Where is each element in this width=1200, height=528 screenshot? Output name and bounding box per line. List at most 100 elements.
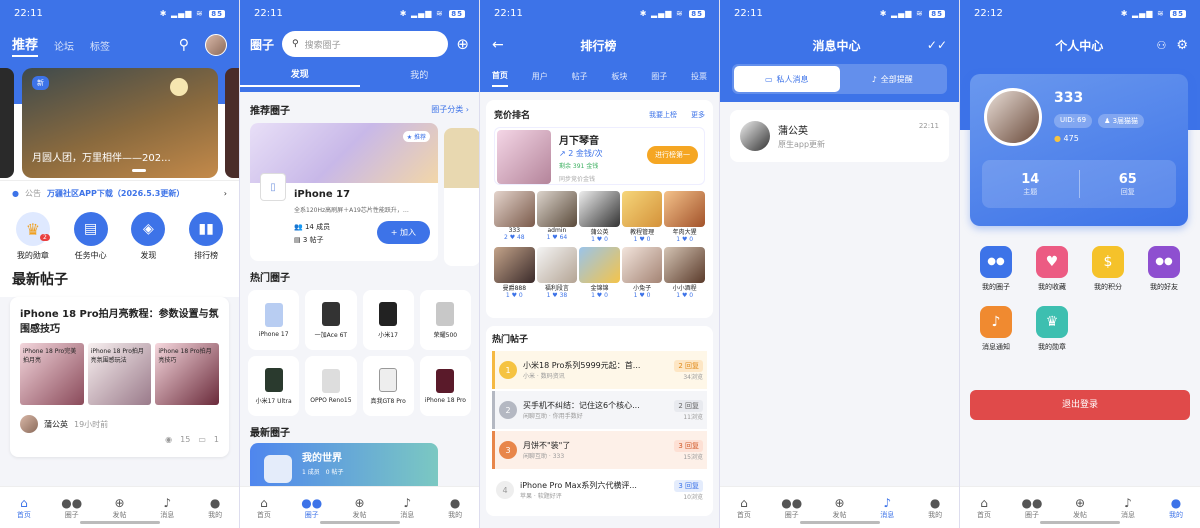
post-card[interactable]: iPhone 18 Pro拍月亮教程：参数设置与氛围感技巧 iPhone 18 … [10,297,229,457]
nav-home[interactable]: ⌂ 首页 [240,487,288,528]
tab-circles[interactable]: 圈子 [651,71,667,86]
plus-circle-icon: ⊕ [834,495,845,510]
tab-reminders[interactable]: ♪ 全部提醒 [840,66,946,92]
bell-icon: ♪ [1124,495,1132,510]
rank-user[interactable]: 小兔子 1 ♥ 0 [621,247,663,299]
nav-me[interactable]: ● 我的 [191,487,239,528]
nav-me[interactable]: ● 我的 [911,487,959,528]
menu-my-circles[interactable]: ●● 我的圈子 [968,246,1024,292]
post-thumb[interactable]: iPhone 18 Pro拍月亮氛围感玩法 [87,343,152,405]
hot-item[interactable]: OPPO Reno15 [305,356,357,416]
tab-home[interactable]: 首页 [491,70,508,87]
status-time: 22:11 [734,7,763,19]
status-icons: ✱ ▂▄▆ ≋ 85 [399,8,465,18]
tab-recommend[interactable]: 推荐 [12,34,39,57]
latest-title: 最新圈子 [250,428,290,439]
menu-favorites[interactable]: ♥ 我的收藏 [1024,246,1080,292]
bid-first-button[interactable]: 进行榜第一 [647,146,698,164]
tab-users[interactable]: 用户 [532,71,548,86]
tab-posts[interactable]: 帖子 [572,71,588,86]
user-settings-icon[interactable]: ⚇ [1156,39,1166,52]
hot-item[interactable]: 荣耀500 [419,290,471,350]
tab-private[interactable]: ▭ 私人消息 [734,66,840,92]
rank-user[interactable]: 曼爵888 1 ♥ 0 [494,247,535,299]
search-icon[interactable]: ⚲ [179,37,189,53]
rank-user[interactable]: 金锦锦 1 ♥ 0 [579,247,620,299]
recommend-card[interactable]: ★ 推荐 ▯ iPhone 17 全系120Hz高刷屏＋A19芯片性能跃升，… … [250,123,438,261]
section-title: 最新帖子 [0,265,239,297]
quick-rank[interactable]: ▮▮ 排行榜 [189,212,224,261]
gear-icon[interactable]: ⚙ [1176,38,1188,53]
notice-tag: 公告 [24,189,41,198]
hot-item[interactable]: 小米17 [362,290,414,350]
banner-side-right[interactable] [225,68,239,178]
status-icons: ✱ ▂▄▆ ≋ 85 [879,8,945,18]
avatar[interactable] [205,34,227,56]
page-title: 消息中心 [812,38,861,53]
tab-tags[interactable]: 标签 [90,38,110,53]
bid-top-card[interactable]: 月下琴音 ↗ 2 金钱/次 剩余 391 金钱 同步竞价金钱 进行榜第一 [494,127,705,185]
level-badge: ♟ 3届猫猫 [1098,114,1145,128]
menu-medals[interactable]: ♛ 我的勋章 [1024,306,1080,352]
menu-points[interactable]: $ 我的积分 [1080,246,1136,292]
hot-post-item[interactable]: 4 iPhone Pro Max系列六代横评... 苹果 · 软题好评 3 回复 1… [492,471,707,509]
stat-replies[interactable]: 65 回复 [1080,172,1177,197]
add-circle-icon[interactable]: ⊕ [456,35,469,53]
hot-item[interactable]: 真我GT8 Pro [362,356,414,416]
nav-me[interactable]: ● 我的 [1152,487,1200,528]
hot-item[interactable]: 一加Ace 6T [305,290,357,350]
tab-discover[interactable]: 发现 [240,67,360,87]
tab-mine[interactable]: 我的 [360,68,480,86]
bell-icon: ♪ [980,306,1012,338]
rank-user[interactable]: 小小酒程 1 ♥ 0 [664,247,705,299]
bid-more-link[interactable]: 更多 [691,110,705,120]
tab-boards[interactable]: 板块 [611,71,627,86]
status-bar: 22:11 ✱ ▂▄▆ ≋ 85 [240,0,479,26]
message-preview: 原生app更新 [778,140,826,149]
quick-medals[interactable]: ♛ 2 我的勋章 [15,212,50,261]
hot-post-item[interactable]: 2 买手机不纠结：记住这6个核心... 闲聊互助 · 你用手数好 2 回复 11浏览 [492,391,707,429]
hot-item[interactable]: iPhone 18 Pro [419,356,471,416]
banner-side-left[interactable] [0,68,14,178]
rank-user[interactable]: 年肉大猩 1 ♥ 0 [664,191,705,243]
message-item[interactable]: 蒲公英 原生app更新 22:11 [730,110,949,162]
reply-badge: 3 回复 [674,479,703,492]
rank-user[interactable]: 教程管理 1 ♥ 0 [621,191,663,243]
logout-button[interactable]: 退出登录 [970,390,1190,420]
hot-item[interactable]: 小米17 Ultra [248,356,300,416]
recommend-card-next[interactable] [444,128,479,266]
notice-bar[interactable]: ● 公告 万疆社区APP下载（2026.5.3更新） › [0,180,239,206]
rank-user[interactable]: 333 2 ♥ 48 [494,191,535,243]
banner[interactable]: 新 月圆人团，万里相伴——202... [22,68,218,178]
hot-post-item[interactable]: 1 小米18 Pro系列5999元起：首... 小米 · 数码资讯 2 回复 34浏… [492,351,707,389]
hot-post-item[interactable]: 3 月饼不"装"了 闲聊互助 · 333 3 回复 15浏览 [492,431,707,469]
join-button[interactable]: + 加入 [376,221,430,244]
nav-me[interactable]: ● 我的 [431,487,479,528]
hot-posts-title: 热门帖子 [492,335,529,345]
back-arrow-icon[interactable]: ← [492,37,504,53]
nav-home[interactable]: ⌂ 首页 [0,487,48,528]
quick-tasks[interactable]: ▤ 任务中心 [73,212,108,261]
tab-forum[interactable]: 论坛 [54,38,74,53]
author-avatar[interactable] [20,415,38,433]
menu-friends[interactable]: ●● 我的好友 [1136,246,1192,292]
post-thumb[interactable]: iPhone 18 Pro完美拍月亮 [20,343,84,405]
bid-join-link[interactable]: 我要上榜 [649,110,677,120]
rank-user[interactable]: admin 1 ♥ 64 [536,191,578,243]
mark-read-icon[interactable]: ✓✓ [927,38,947,52]
post-thumb[interactable]: iPhone 18 Pro拍月亮技巧 [155,343,220,405]
author-name[interactable]: 蒲公英 [44,419,68,430]
menu-notifications[interactable]: ♪ 消息通知 [968,306,1024,352]
hot-title: 热门圈子 [250,273,290,284]
category-link[interactable]: 圈子分类 › [431,104,469,115]
hot-item[interactable]: iPhone 17 [248,290,300,350]
search-input[interactable]: ⚲ 搜索圈子 [282,31,449,57]
rank-user[interactable]: 福利段言 1 ♥ 38 [536,247,578,299]
stat-posts[interactable]: 14 主题 [982,172,1079,197]
rank-user[interactable]: 蒲公英 1 ♥ 0 [579,191,620,243]
nav-home[interactable]: ⌂ 首页 [720,487,768,528]
quick-discover[interactable]: ◈ 发现 [131,212,166,261]
nav-home[interactable]: ⌂ 首页 [960,487,1008,528]
tab-votes[interactable]: 投票 [691,71,707,86]
profile-avatar[interactable] [984,88,1042,146]
